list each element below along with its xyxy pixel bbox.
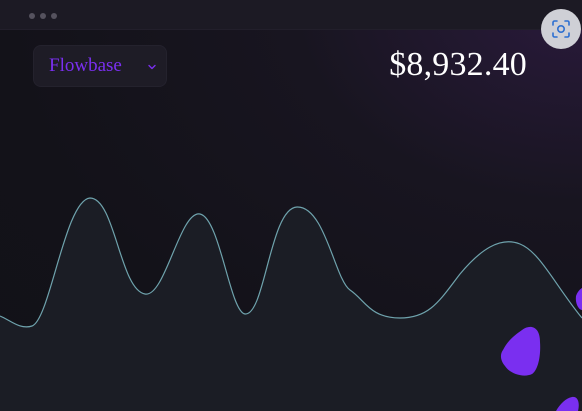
account-selector-label: Flowbase <box>49 55 122 76</box>
wave-area <box>0 198 582 411</box>
screen-capture-icon <box>552 20 570 38</box>
purple-blob <box>575 288 582 310</box>
chevron-down-icon <box>148 64 156 70</box>
app-window: Flowbase $8,932.40 <box>0 0 582 411</box>
account-selector-dropdown[interactable]: Flowbase <box>33 45 167 87</box>
screen-capture-button[interactable] <box>541 9 581 49</box>
balance-amount: $8,932.40 <box>389 46 527 83</box>
